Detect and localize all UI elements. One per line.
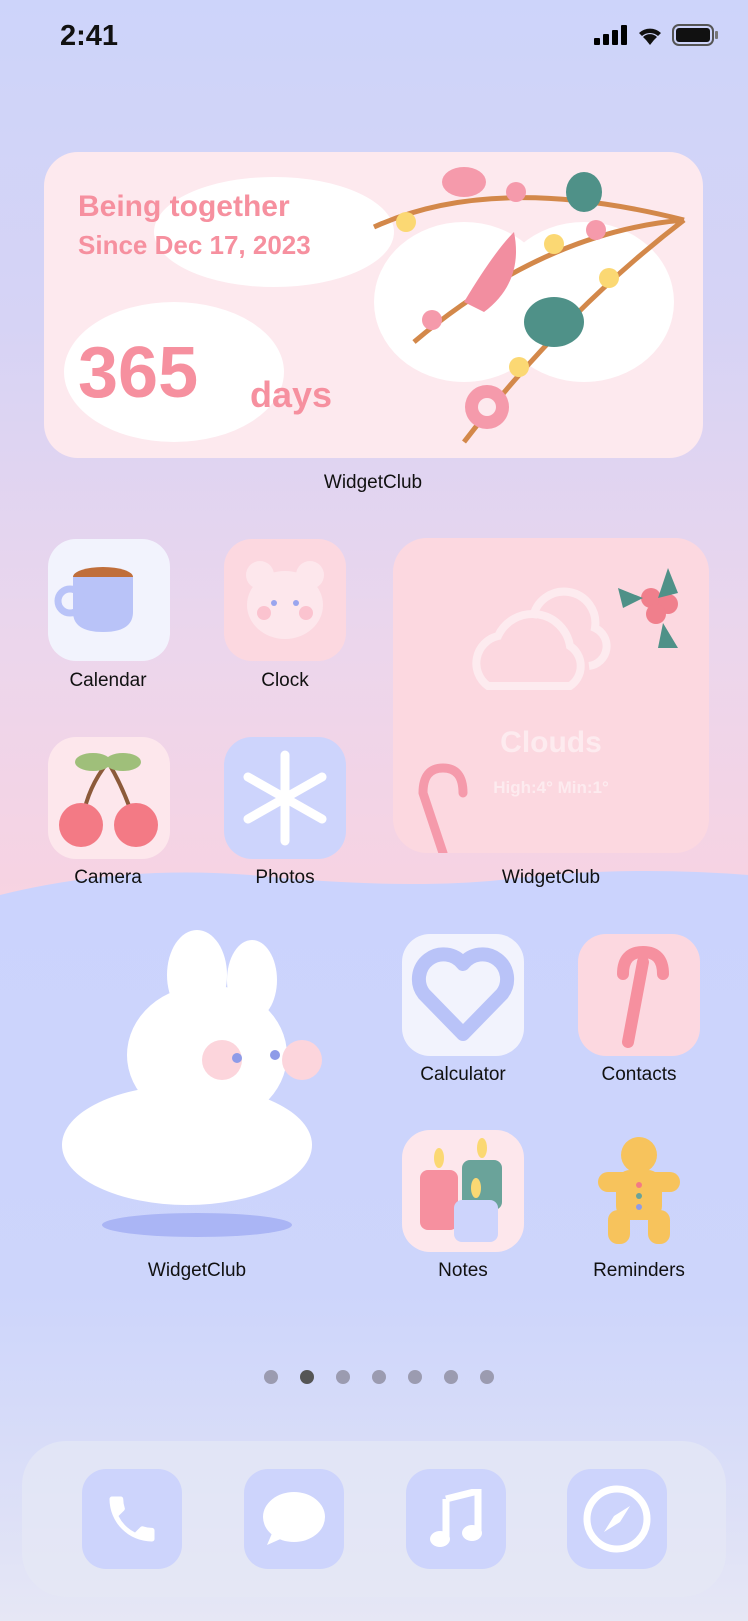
- app-label: Reminders: [593, 1260, 685, 1281]
- bunny-illustration: [62, 930, 322, 1237]
- anniversary-unit: days: [250, 374, 333, 415]
- app-camera[interactable]: [48, 737, 170, 859]
- app-label: Calculator: [420, 1064, 506, 1085]
- bunny-widget[interactable]: [47, 930, 362, 1240]
- page-dot[interactable]: [444, 1370, 458, 1384]
- app-clock[interactable]: [224, 539, 346, 661]
- widget-label: WidgetClub: [147, 1260, 247, 1281]
- page-dot[interactable]: [264, 1370, 278, 1384]
- app-label: Photos: [255, 867, 315, 888]
- anniversary-date: Since Dec 17, 2023: [78, 230, 311, 260]
- widget-label: WidgetClub: [501, 867, 601, 888]
- page-dot[interactable]: [408, 1370, 422, 1384]
- candy-cane-icon: [617, 945, 669, 1048]
- wifi-icon: [639, 28, 661, 45]
- anniversary-widget[interactable]: Being together Since Dec 17, 2023 365 da…: [44, 152, 703, 458]
- signal-icon: [594, 25, 627, 45]
- milk-cup-icon: [54, 567, 133, 632]
- status-icons: [594, 24, 718, 46]
- dock-phone[interactable]: [82, 1469, 182, 1569]
- cloud-icon: [472, 610, 585, 690]
- app-label: Notes: [438, 1260, 488, 1281]
- widget-label: WidgetClub: [323, 472, 423, 493]
- cherry-icon: [59, 753, 158, 847]
- app-label: Calendar: [69, 670, 147, 691]
- app-contacts[interactable]: [578, 934, 700, 1056]
- gingerbread-icon: [598, 1137, 680, 1244]
- weather-widget[interactable]: Clouds High:4° Min:1°: [393, 538, 709, 853]
- bear-icon: [246, 561, 324, 639]
- app-label: Clock: [261, 670, 309, 691]
- page-dot[interactable]: [480, 1370, 494, 1384]
- dock-music[interactable]: [406, 1469, 506, 1569]
- messages-icon: [263, 1492, 325, 1545]
- anniversary-count: 365: [78, 333, 199, 413]
- safari-icon: [583, 1485, 651, 1553]
- page-dot-active[interactable]: [300, 1370, 314, 1384]
- app-label: Camera: [74, 867, 142, 888]
- app-photos[interactable]: [224, 737, 346, 859]
- battery-icon: [672, 24, 718, 46]
- music-icon: [430, 1489, 482, 1547]
- app-reminders[interactable]: [578, 1130, 700, 1252]
- heart-icon: [411, 947, 515, 1041]
- page-dot[interactable]: [336, 1370, 350, 1384]
- weather-condition: Clouds: [500, 726, 602, 759]
- app-label: Contacts: [601, 1064, 677, 1085]
- weather-range: High:4° Min:1°: [493, 778, 609, 797]
- dock-messages[interactable]: [244, 1469, 344, 1569]
- app-calendar[interactable]: [48, 539, 170, 661]
- anniversary-title: Being together: [78, 190, 290, 223]
- app-calculator[interactable]: [402, 934, 524, 1056]
- candles-icon: [420, 1138, 502, 1242]
- phone-icon: [109, 1496, 155, 1542]
- app-notes[interactable]: [402, 1130, 524, 1252]
- page-dot[interactable]: [372, 1370, 386, 1384]
- status-time: 2:41: [60, 20, 119, 52]
- snowflake-icon: [243, 750, 327, 846]
- dock-safari[interactable]: [567, 1469, 667, 1569]
